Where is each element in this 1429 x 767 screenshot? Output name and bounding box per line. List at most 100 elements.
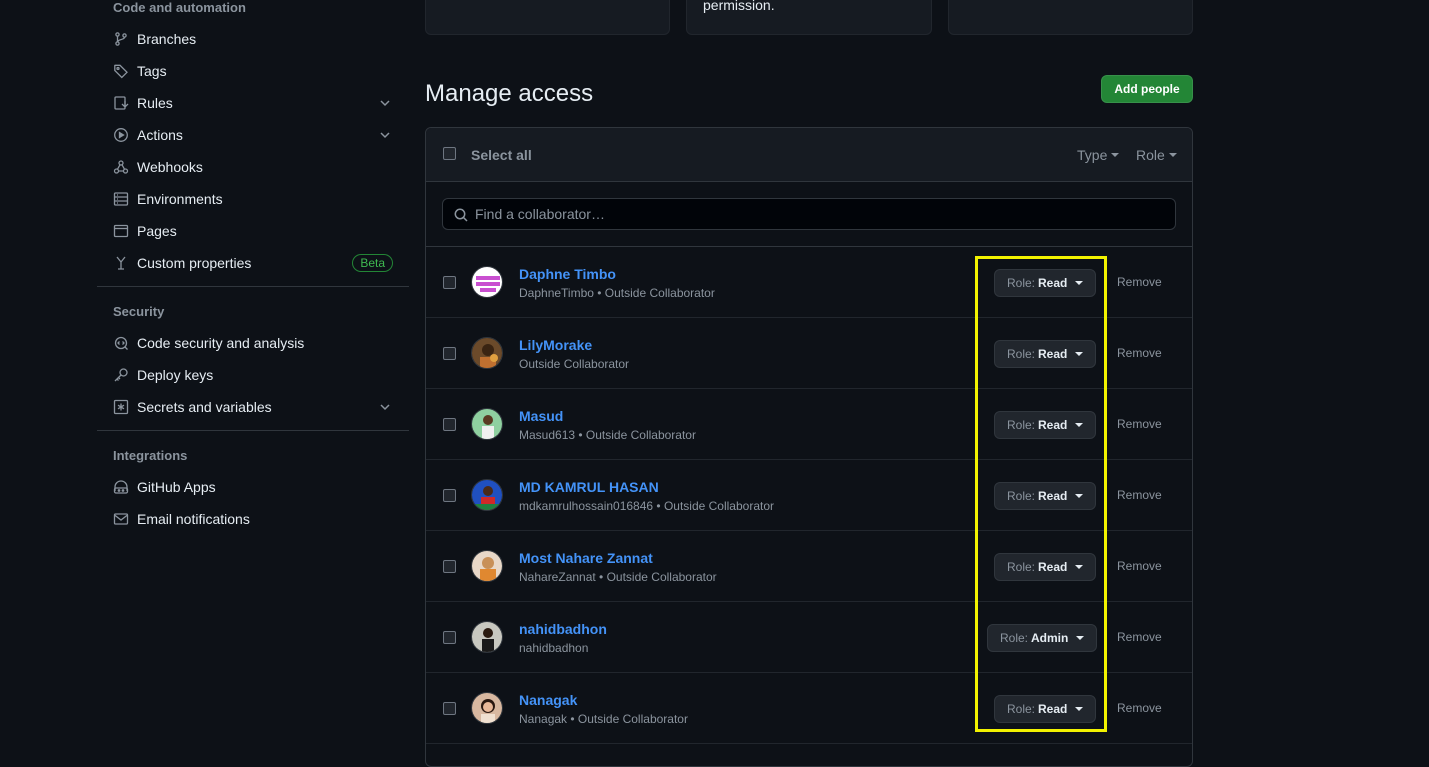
row-checkbox[interactable] [443, 347, 456, 360]
collaborator-name-link[interactable]: LilyMorake [519, 337, 592, 353]
role-prefix: Role: [1007, 560, 1036, 574]
row-checkbox[interactable] [443, 702, 456, 715]
chevron-down-icon [380, 100, 390, 107]
collaborator-name-link[interactable]: MD KAMRUL HASAN [519, 479, 659, 495]
collaborator-meta: nahidbadhon [519, 641, 589, 655]
role-dropdown-button[interactable]: Role: Read [994, 411, 1097, 439]
caret-down-icon [1075, 352, 1084, 356]
sidebar-item-secrets[interactable]: Secrets and variables [105, 393, 401, 421]
search-icon [454, 208, 468, 222]
sidebar-item-actions[interactable]: Actions [105, 121, 401, 149]
remove-button[interactable]: Remove [1117, 559, 1162, 573]
sidebar-item-label: Rules [137, 95, 173, 111]
mail-icon [113, 511, 129, 527]
play-icon [113, 127, 129, 143]
summary-card-right [948, 0, 1193, 35]
role-dropdown-button[interactable]: Role: Read [994, 553, 1097, 581]
sidebar-item-label: Email notifications [137, 511, 250, 527]
tag-icon [113, 63, 129, 79]
avatar[interactable] [471, 408, 503, 440]
sidebar-divider [97, 286, 409, 287]
role-prefix: Role: [1007, 418, 1036, 432]
role-prefix: Role: [1000, 631, 1029, 645]
remove-button[interactable]: Remove [1117, 701, 1162, 715]
type-filter-label: Type [1077, 147, 1108, 163]
avatar[interactable] [471, 692, 503, 724]
collaborators-box: Select all Type Role Daphne Timbo DaphneT… [425, 127, 1193, 767]
apps-icon [113, 479, 129, 495]
avatar[interactable] [471, 337, 503, 369]
role-prefix: Role: [1007, 276, 1036, 290]
remove-button[interactable]: Remove [1117, 346, 1162, 360]
rules-icon [113, 95, 129, 111]
remove-button[interactable]: Remove [1117, 630, 1162, 644]
summary-card-middle: permission. [686, 0, 932, 35]
collaborator-meta: NahareZannat • Outside Collaborator [519, 570, 717, 584]
collaborator-search [442, 198, 1176, 230]
sidebar-item-environments[interactable]: Environments [105, 185, 401, 213]
codescan-icon [113, 335, 129, 351]
role-filter-dropdown[interactable]: Role [1136, 147, 1177, 163]
caret-down-icon [1111, 153, 1120, 157]
caret-down-icon [1075, 423, 1084, 427]
caret-down-icon [1075, 565, 1084, 569]
search-input[interactable] [475, 199, 1165, 229]
sidebar-item-webhooks[interactable]: Webhooks [105, 153, 401, 181]
collaborator-name-link[interactable]: Masud [519, 408, 563, 424]
sidebar-item-branches[interactable]: Branches [105, 25, 401, 53]
sidebar-item-label: Branches [137, 31, 197, 47]
role-dropdown-button[interactable]: Role: Read [994, 269, 1097, 297]
sidebar-item-label: Tags [137, 63, 167, 79]
role-value: Read [1038, 560, 1068, 574]
sidebar-item-pages[interactable]: Pages [105, 217, 401, 245]
chevron-down-icon [380, 404, 390, 411]
caret-down-icon [1076, 636, 1085, 640]
sidebar-item-rules[interactable]: Rules [105, 89, 401, 117]
row-checkbox[interactable] [443, 276, 456, 289]
collaborator-name-link[interactable]: nahidbadhon [519, 621, 607, 637]
collaborator-meta: Outside Collaborator [519, 357, 630, 371]
page-title: Manage access [425, 80, 594, 107]
avatar[interactable] [471, 266, 503, 298]
remove-button[interactable]: Remove [1117, 488, 1162, 502]
select-all-checkbox[interactable] [443, 147, 456, 160]
collaborator-row: nahidbadhon nahidbadhon Role: Admin Remove [426, 602, 1192, 673]
sidebar-item-label: Custom properties [137, 255, 252, 271]
role-dropdown-button[interactable]: Role: Read [994, 340, 1097, 368]
avatar[interactable] [471, 550, 503, 582]
sidebar-item-custom-properties[interactable]: Custom properties Beta [105, 249, 401, 277]
collaborator-row: Daphne Timbo DaphneTimbo • Outside Collab… [426, 247, 1192, 318]
sidebar-item-github-apps[interactable]: GitHub Apps [105, 473, 401, 501]
row-checkbox[interactable] [443, 418, 456, 431]
collaborator-name-link[interactable]: Nanagak [519, 692, 577, 708]
remove-button[interactable]: Remove [1117, 275, 1162, 289]
collaborator-meta: Nanagak • Outside Collaborator [519, 712, 688, 726]
avatar[interactable] [471, 621, 503, 653]
sidebar-item-tags[interactable]: Tags [105, 57, 401, 85]
sidebar-item-email-notifications[interactable]: Email notifications [105, 505, 401, 533]
sidebar-item-code-security[interactable]: Code security and analysis [105, 329, 401, 357]
row-checkbox[interactable] [443, 560, 456, 573]
role-dropdown-button[interactable]: Role: Read [994, 482, 1097, 510]
collaborator-name-link[interactable]: Most Nahare Zannat [519, 550, 653, 566]
webhook-icon [113, 159, 129, 175]
asterisk-icon [113, 399, 129, 415]
row-checkbox[interactable] [443, 631, 456, 644]
role-dropdown-button[interactable]: Role: Admin [987, 624, 1098, 652]
role-dropdown-button[interactable]: Role: Read [994, 695, 1097, 723]
collaborator-name-link[interactable]: Daphne Timbo [519, 266, 616, 282]
collaborator-meta: DaphneTimbo • Outside Collaborator [519, 286, 715, 300]
role-value: Read [1038, 702, 1068, 716]
avatar[interactable] [471, 479, 503, 511]
remove-button[interactable]: Remove [1117, 417, 1162, 431]
collaborator-row: Most Nahare Zannat NahareZannat • Outside… [426, 531, 1192, 602]
summary-card-left [425, 0, 670, 35]
select-all-label: Select all [471, 147, 532, 163]
card-text: permission. [703, 0, 775, 13]
caret-down-icon [1168, 153, 1177, 157]
type-filter-dropdown[interactable]: Type [1077, 147, 1120, 163]
add-people-button[interactable]: Add people [1101, 75, 1193, 103]
row-checkbox[interactable] [443, 489, 456, 502]
sidebar-item-deploy-keys[interactable]: Deploy keys [105, 361, 401, 389]
sidebar-item-label: Deploy keys [137, 367, 214, 383]
